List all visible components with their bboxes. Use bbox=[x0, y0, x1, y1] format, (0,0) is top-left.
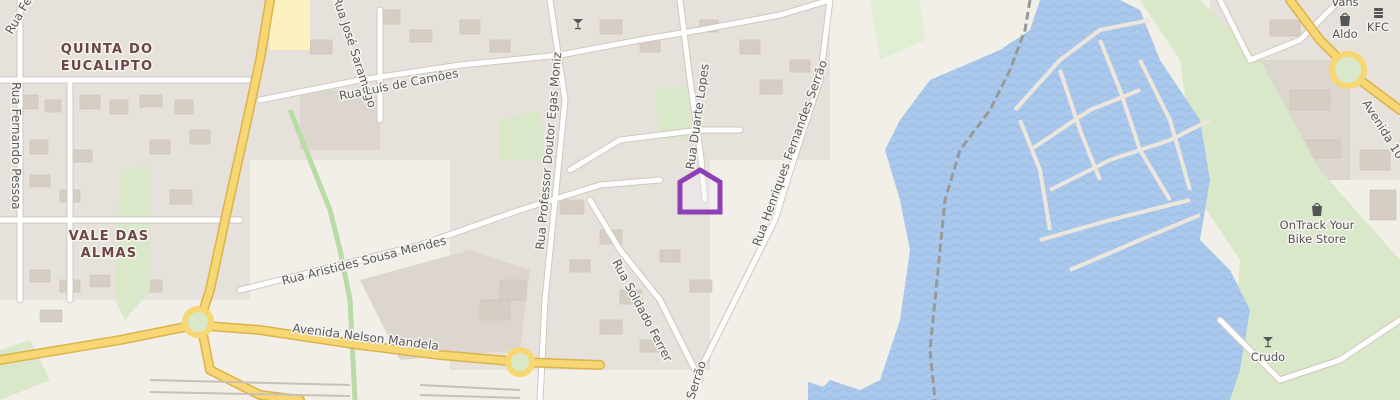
poi-label-ontrack-line1[interactable]: OnTrack Your bbox=[1278, 217, 1356, 234]
map-view[interactable]: QUINTA DO EUCALIPTO VALE DAS ALMAS Rua F… bbox=[0, 0, 1400, 400]
area-label-quinta-line2: EUCALIPTO bbox=[61, 59, 153, 74]
roundabout-west[interactable] bbox=[182, 306, 214, 338]
poi-label-kfc[interactable]: KFC bbox=[1365, 19, 1390, 36]
roundabout-northeast[interactable] bbox=[1329, 51, 1367, 89]
poi-label-ontrack-line2[interactable]: Bike Store bbox=[1286, 231, 1347, 248]
roundabout-east[interactable] bbox=[505, 347, 535, 377]
map-canvas[interactable]: QUINTA DO EUCALIPTO VALE DAS ALMAS Rua F… bbox=[0, 0, 1400, 400]
street-label-fernando-pessoa: Rua Fernando Pessoa bbox=[9, 82, 23, 210]
home-marker-icon[interactable] bbox=[677, 167, 723, 215]
fast-food-icon[interactable] bbox=[1374, 8, 1383, 18]
poi-label-crudo[interactable]: Crudo bbox=[1249, 349, 1286, 366]
area-label-vale-line1: VALE DAS bbox=[69, 229, 150, 244]
area-label-quinta-line1: QUINTA DO bbox=[61, 42, 153, 57]
area-label-vale-line2: ALMAS bbox=[81, 246, 138, 261]
poi-label-vans[interactable]: Vans bbox=[1330, 0, 1360, 11]
poi-label-aldo[interactable]: Aldo bbox=[1331, 26, 1359, 43]
